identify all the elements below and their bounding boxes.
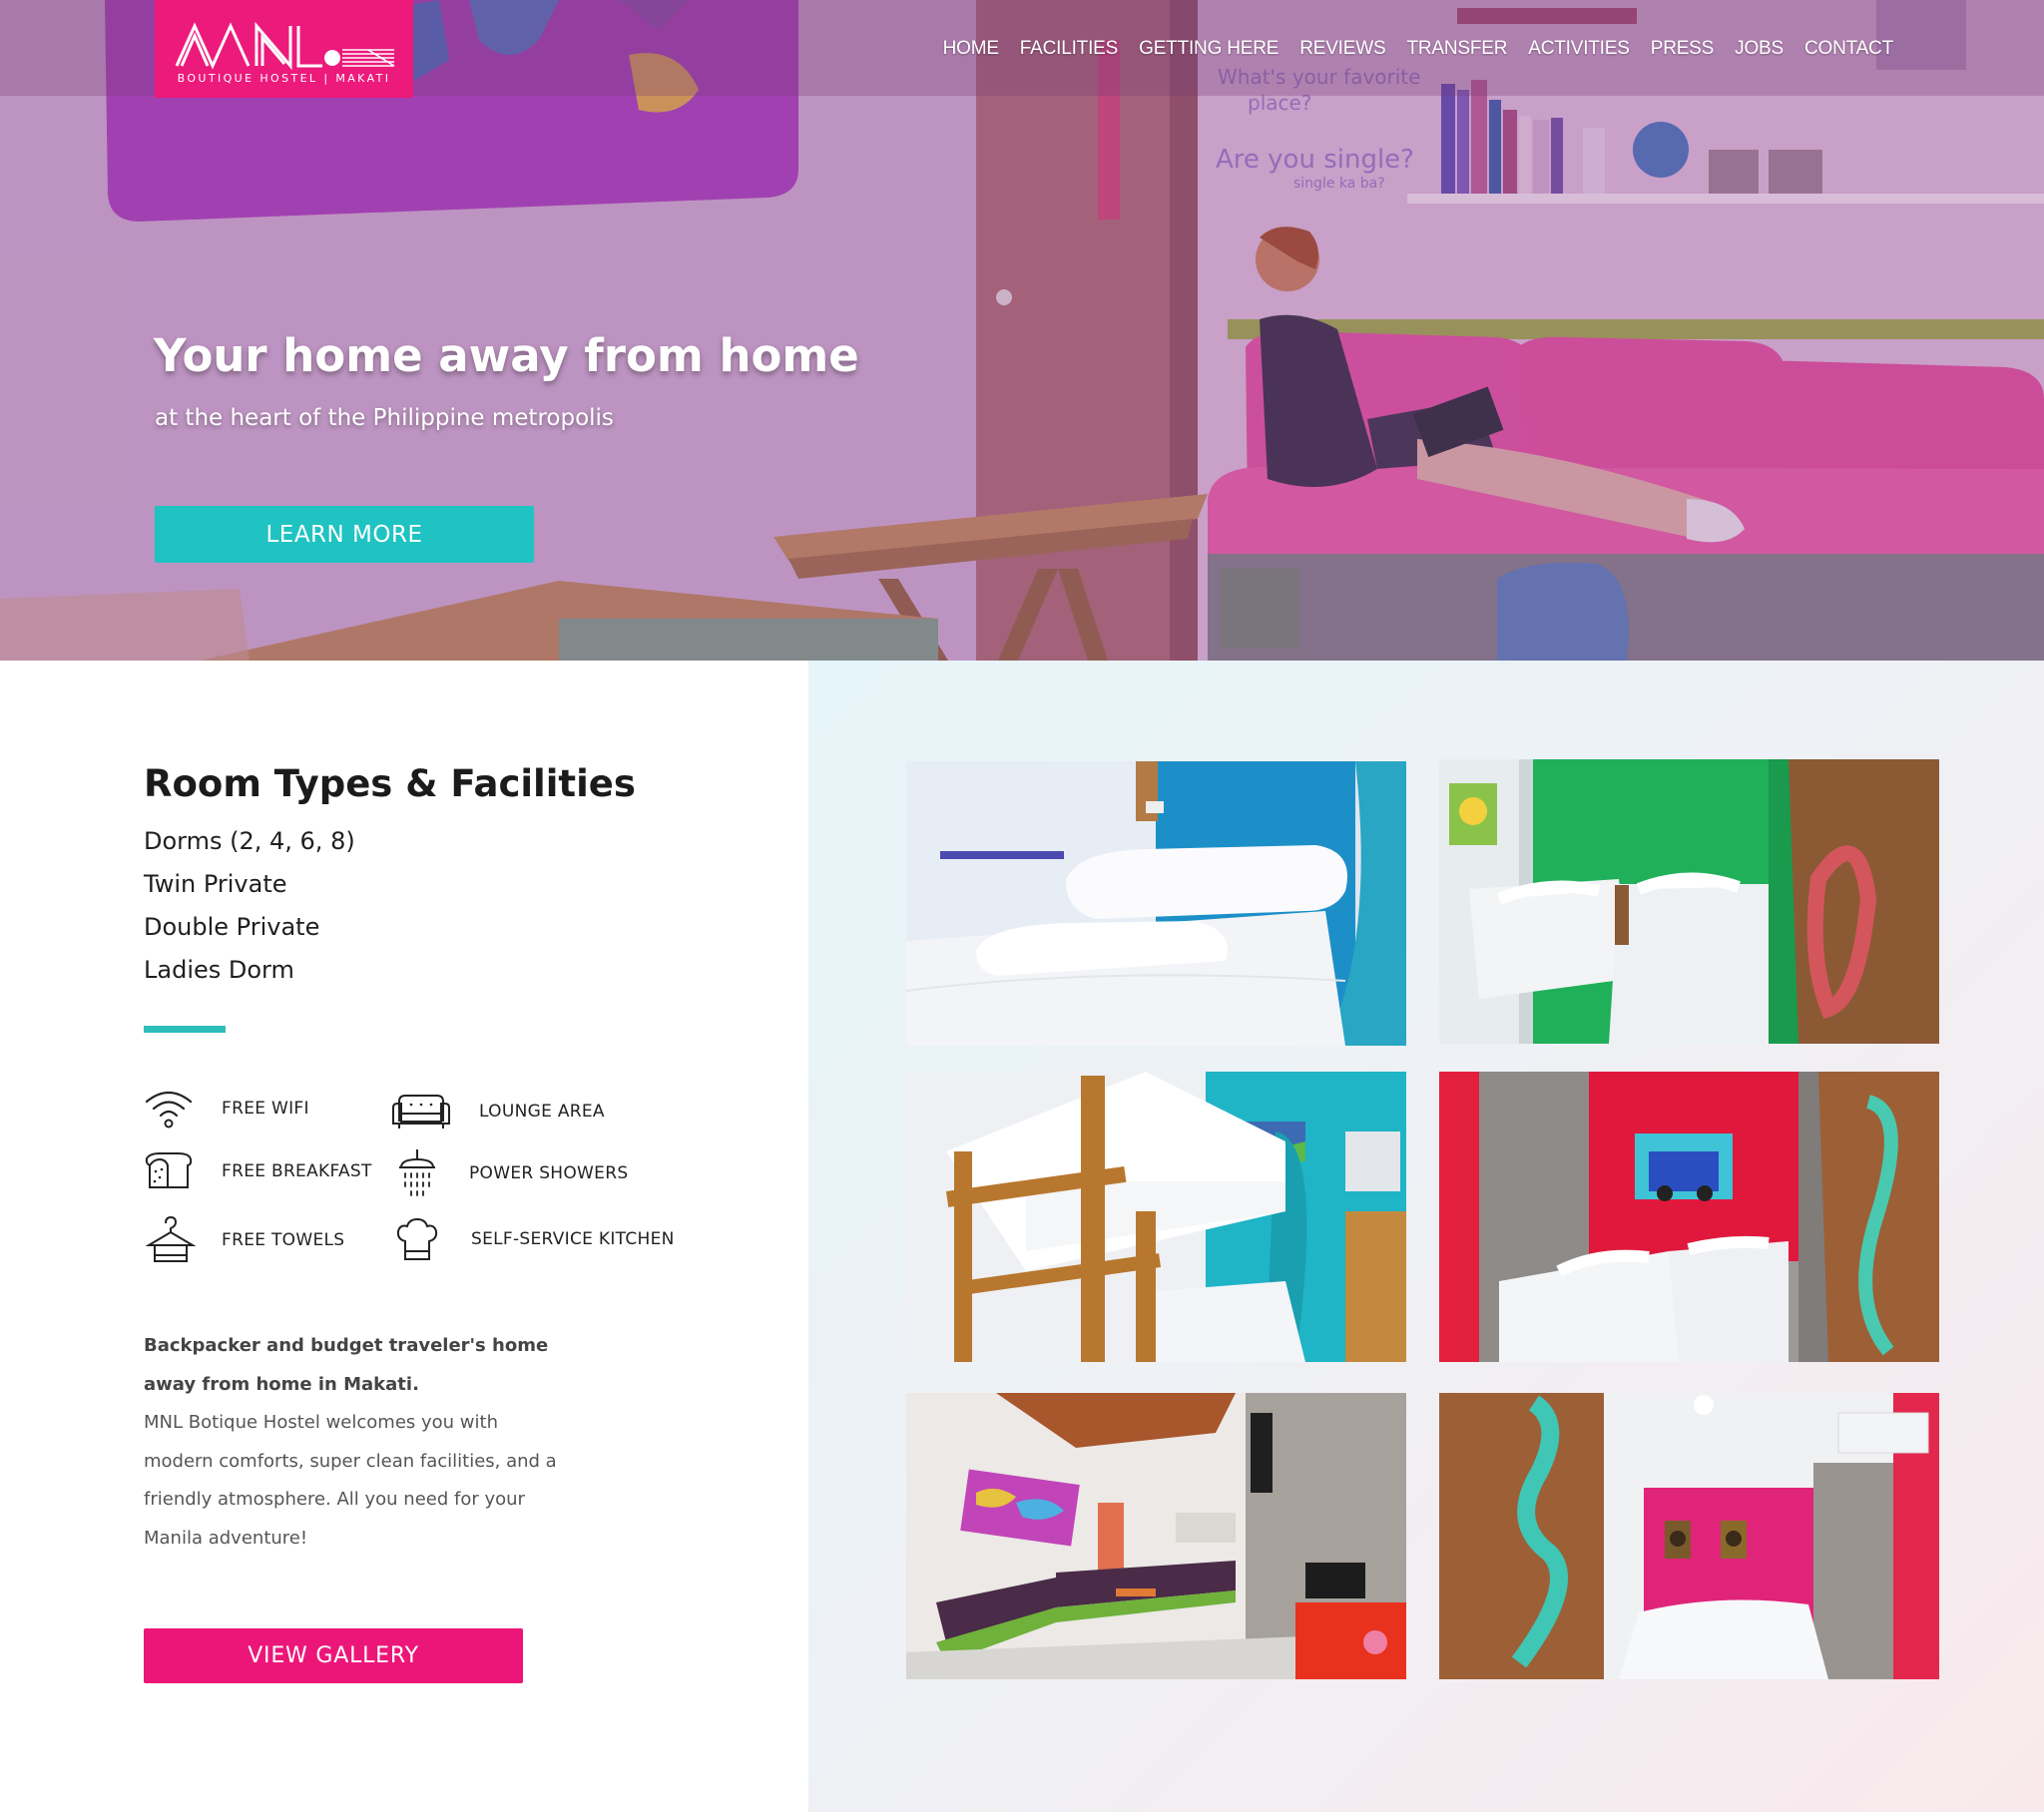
gallery-photo-dorm-bed[interactable] xyxy=(906,761,1406,1046)
red-twin-room-photo xyxy=(1439,1072,1939,1362)
description-body: MNL Botique Hostel welcomes you with mod… xyxy=(144,1412,557,1549)
nav-press[interactable]: PRESS xyxy=(1651,38,1715,60)
dorm-bed-photo xyxy=(906,761,1406,1046)
facility-lounge-area: LOUNGE AREA xyxy=(391,1092,605,1132)
hanger-towel-icon xyxy=(146,1215,196,1262)
facility-power-showers: POWER SHOWERS xyxy=(397,1147,628,1199)
nav-jobs[interactable]: JOBS xyxy=(1735,38,1784,60)
gallery-photo-red-twin-room[interactable] xyxy=(1439,1072,1939,1362)
pink-double-room-photo xyxy=(1439,1393,1939,1679)
hero-subtitle: at the heart of the Philippine metropoli… xyxy=(155,405,614,431)
room-types-title: Room Types & Facilities xyxy=(144,762,636,805)
chef-hat-icon xyxy=(396,1217,438,1260)
facility-label: FREE BREAKFAST xyxy=(222,1161,372,1181)
shower-icon xyxy=(399,1149,435,1196)
nav-home[interactable]: HOME xyxy=(943,38,999,60)
bread-icon xyxy=(145,1152,193,1188)
nav-facilities[interactable]: FACILITIES xyxy=(1020,38,1119,60)
gallery-photo-green-twin-room[interactable] xyxy=(1439,759,1939,1044)
room-types-list: Dorms (2, 4, 6, 8) Twin Private Double P… xyxy=(144,820,355,992)
bunk-bed-photo xyxy=(906,1072,1406,1362)
facility-label: LOUNGE AREA xyxy=(479,1102,605,1122)
mnl-logo-mark-icon xyxy=(175,21,395,70)
nav-activities[interactable]: ACTIVITIES xyxy=(1528,38,1630,60)
facility-free-towels: FREE TOWELS xyxy=(146,1215,344,1265)
logo-subtitle: BOUTIQUE HOSTEL | MAKATI xyxy=(177,72,391,85)
facility-free-breakfast: FREE BREAKFAST xyxy=(144,1151,372,1191)
description-bold: Backpacker and budget traveler's home aw… xyxy=(144,1335,549,1395)
gallery-photo-pink-double-room[interactable] xyxy=(1439,1393,1939,1679)
hostel-description: Backpacker and budget traveler's home aw… xyxy=(144,1327,563,1558)
nav-reviews[interactable]: REVIEWS xyxy=(1299,38,1385,60)
gallery-photo-bunk-bed[interactable] xyxy=(906,1072,1406,1362)
hero-title: Your home away from home xyxy=(154,329,859,382)
green-twin-room-photo xyxy=(1439,759,1939,1044)
main-nav: HOME FACILITIES GETTING HERE REVIEWS TRA… xyxy=(922,38,1894,60)
facility-label: FREE WIFI xyxy=(222,1099,309,1119)
room-type-item: Ladies Dorm xyxy=(144,956,294,984)
room-type-item: Twin Private xyxy=(144,870,287,898)
facility-self-service-kitchen: SELF-SERVICE KITCHEN xyxy=(395,1217,675,1261)
lounge-area-photo xyxy=(906,1393,1406,1679)
gallery-photo-lounge-area[interactable] xyxy=(906,1393,1406,1679)
wifi-icon xyxy=(145,1091,193,1129)
view-gallery-button[interactable]: VIEW GALLERY xyxy=(144,1628,523,1683)
facility-label: SELF-SERVICE KITCHEN xyxy=(471,1229,675,1249)
hero-banner: What's your favorite place? Are you sing… xyxy=(0,0,2044,661)
room-type-item: Double Private xyxy=(144,913,320,941)
facility-free-wifi: FREE WIFI xyxy=(144,1088,309,1130)
section-divider xyxy=(144,1026,226,1033)
learn-more-button[interactable]: LEARN MORE xyxy=(155,506,534,563)
facility-label: FREE TOWELS xyxy=(222,1230,345,1250)
nav-getting-here[interactable]: GETTING HERE xyxy=(1139,38,1278,60)
nav-transfer[interactable]: TRANSFER xyxy=(1406,38,1507,60)
sofa-icon xyxy=(392,1095,450,1129)
facility-label: POWER SHOWERS xyxy=(469,1163,629,1183)
room-type-item: Dorms (2, 4, 6, 8) xyxy=(144,827,355,855)
brand-logo[interactable]: BOUTIQUE HOSTEL | MAKATI xyxy=(155,0,413,98)
nav-contact[interactable]: CONTACT xyxy=(1804,38,1893,60)
